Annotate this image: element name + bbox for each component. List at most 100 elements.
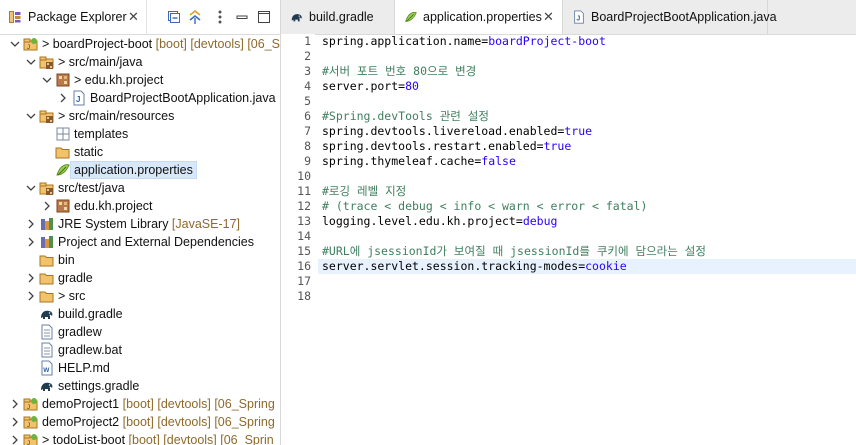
code-line[interactable] <box>322 94 856 109</box>
line-number: 15 <box>297 244 311 258</box>
tree-item-name: demoProject2 <box>42 415 120 429</box>
tree-item[interactable]: > src <box>0 287 280 305</box>
tab-package-explorer[interactable]: Package Explorer ✕ <box>0 0 147 34</box>
tree-item[interactable]: templates <box>0 125 280 143</box>
tree-item-label: build.gradle <box>58 306 123 322</box>
tree-item[interactable]: JRE System Library [JavaSE-17] <box>0 215 280 233</box>
editor-tab[interactable]: build.gradle <box>281 0 395 34</box>
link-with-editor-icon[interactable] <box>187 9 203 25</box>
svg-text:J: J <box>76 95 80 104</box>
chevron-right-icon[interactable] <box>26 290 36 302</box>
chevron-right-icon[interactable] <box>26 218 36 230</box>
chevron-right-icon[interactable] <box>10 398 20 410</box>
code-line[interactable]: logging.level.edu.kh.project=debug <box>322 214 856 229</box>
chevron-right-icon[interactable] <box>42 200 52 212</box>
collapse-all-icon[interactable] <box>166 9 182 25</box>
tree-item[interactable]: J > boardProject-boot [boot] [devtools] [… <box>0 35 280 53</box>
comment-token: # (trace < debug < info < warn < error <… <box>322 199 648 213</box>
chevron-right-icon[interactable] <box>10 434 20 445</box>
tree-item-label: demoProject1 [boot] [devtools] [06_Sprin… <box>42 396 275 412</box>
current-code-line[interactable]: server.servlet.session.tracking-modes=co… <box>318 259 856 274</box>
tree-item[interactable]: build.gradle <box>0 305 280 323</box>
tree-item[interactable]: static <box>0 143 280 161</box>
chevron-right-icon[interactable] <box>58 92 68 104</box>
svg-text:J: J <box>27 45 30 51</box>
tree-item[interactable]: Project and External Dependencies <box>0 233 280 251</box>
tree-item[interactable]: > src/main/java <box>0 53 280 71</box>
code-line[interactable]: #서버 포트 번호 80으로 변경 <box>322 64 856 79</box>
tree-item-label: > edu.kh.project <box>74 72 163 88</box>
tree-item-label: JRE System Library [JavaSE-17] <box>58 216 240 232</box>
tree-item[interactable]: > edu.kh.project <box>0 71 280 89</box>
project-icon: J <box>23 38 38 51</box>
svg-text:W: W <box>43 367 50 374</box>
markdown-file-icon: W <box>41 360 53 376</box>
close-icon[interactable]: ✕ <box>543 9 554 25</box>
tree-item[interactable]: W HELP.md <box>0 359 280 377</box>
minimize-icon[interactable] <box>234 9 250 25</box>
properties-file-icon <box>56 164 70 176</box>
chevron-right-icon[interactable] <box>10 416 20 428</box>
tree-item[interactable]: gradlew.bat <box>0 341 280 359</box>
tree-item[interactable]: JdemoProject1 [boot] [devtools] [06_Spri… <box>0 395 280 413</box>
code-line[interactable]: spring.thymeleaf.cache=false <box>322 154 856 169</box>
code-line[interactable] <box>322 274 856 289</box>
chevron-down-icon[interactable] <box>26 110 36 122</box>
chevron-down-icon[interactable] <box>42 74 52 86</box>
code-line[interactable]: spring.application.name=boardProject-boo… <box>322 34 856 49</box>
chevron-down-icon[interactable] <box>26 56 36 68</box>
library-icon <box>41 218 53 230</box>
project-tree: J > boardProject-boot [boot] [devtools] [… <box>0 34 280 445</box>
tree-item[interactable]: src/test/java <box>0 179 280 197</box>
text-file-icon <box>41 342 53 358</box>
code-line[interactable] <box>322 49 856 64</box>
value-token: cookie <box>585 259 627 273</box>
view-menu-icon[interactable] <box>212 9 228 25</box>
key-token: spring.devtools.restart.enabled <box>322 139 537 153</box>
line-number: 6 <box>304 109 311 123</box>
folder-icon <box>39 255 54 267</box>
chevron-right-icon[interactable] <box>26 236 36 248</box>
code-line[interactable]: server.port=80 <box>322 79 856 94</box>
tree-item[interactable]: > src/main/resources <box>0 107 280 125</box>
editor-tab[interactable]: J BoardProjectBootApplication.java <box>563 0 777 34</box>
code-line[interactable] <box>322 289 856 304</box>
source-folder-icon <box>39 110 54 123</box>
line-number: 11 <box>297 184 311 198</box>
tree-item[interactable]: gradle <box>0 269 280 287</box>
chevron-right-icon[interactable] <box>26 272 36 284</box>
close-icon[interactable]: ✕ <box>128 9 139 25</box>
code-line[interactable] <box>322 169 856 184</box>
code-line[interactable]: #URL에 jsessionId가 보여질 때 jsessionId를 쿠키에 … <box>322 244 856 259</box>
grid-folder-icon <box>56 127 70 141</box>
code-line[interactable]: #로깅 레벨 지정 <box>322 184 856 199</box>
line-number: 17 <box>297 274 311 288</box>
tree-item[interactable]: gradlew <box>0 323 280 341</box>
code-line[interactable]: spring.devtools.livereload.enabled=true <box>322 124 856 139</box>
maximize-icon[interactable] <box>256 9 272 25</box>
chevron-down-icon[interactable] <box>26 182 36 194</box>
tab-label: Package Explorer <box>28 10 127 24</box>
code-line[interactable]: spring.devtools.restart.enabled=true <box>322 139 856 154</box>
line-number-gutter: 1 2 3 4 5 6 7 8 9 10 11 12 13 14 15 16 17 18 <box>281 34 315 445</box>
tree-item[interactable]: J > todoList-boot [boot] [devtools] [06_S… <box>0 431 280 445</box>
tree-item[interactable]: edu.kh.project <box>0 197 280 215</box>
tree-item-name: > boardProject-boot <box>42 37 153 51</box>
tree-item[interactable]: settings.gradle <box>0 377 280 395</box>
tree-item[interactable]: J BoardProjectBootApplication.java <box>0 89 280 107</box>
code-line[interactable]: #Spring.devTools 관련 설정 <box>322 109 856 124</box>
equals-token: = <box>536 139 544 153</box>
code-area[interactable]: spring.application.name = boardProject-boo… <box>318 34 856 445</box>
code-line[interactable]: # (trace < debug < info < warn < error <… <box>322 199 856 214</box>
chevron-down-icon[interactable] <box>10 38 20 50</box>
properties-editor[interactable]: 1 2 3 4 5 6 7 8 9 10 11 12 13 14 15 16 17 18 spring.appli… <box>281 34 856 445</box>
code-line[interactable] <box>322 229 856 244</box>
java-file-icon: J <box>574 10 584 24</box>
editor-area: build.gradle application.properties ✕ J Boar… <box>281 0 856 445</box>
key-token: server.servlet.session.tracking-modes <box>322 259 579 273</box>
tree-item[interactable]: bin <box>0 251 280 269</box>
key-token: logging.level.edu.kh.project <box>322 214 516 228</box>
tree-item[interactable]: application.properties <box>0 161 280 179</box>
tree-item[interactable]: JdemoProject2 [boot] [devtools] [06_Spri… <box>0 413 280 431</box>
editor-tab[interactable]: application.properties ✕ <box>395 0 563 34</box>
